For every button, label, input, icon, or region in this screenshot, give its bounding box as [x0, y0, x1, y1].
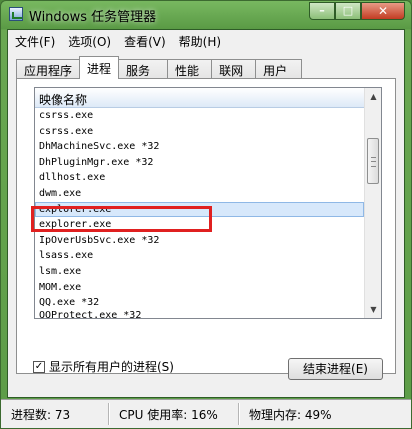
process-list[interactable]: ^ 映像名称 csrss.exe csrss.exe DhMachineSvc.… — [34, 87, 382, 319]
column-header-image-name[interactable]: ^ 映像名称 — [35, 88, 364, 108]
scroll-grip-icon — [371, 157, 376, 167]
status-separator — [108, 403, 110, 425]
task-manager-window: Windows 任务管理器 – □ ✕ 文件(F) 选项(O) 查看(V) 帮助… — [0, 0, 412, 429]
maximize-icon: □ — [342, 4, 354, 17]
close-button[interactable]: ✕ — [361, 2, 405, 20]
client-area: 文件(F) 选项(O) 查看(V) 帮助(H) 应用程序 进程 服务 性能 联网… — [7, 29, 405, 398]
tab-networking[interactable]: 联网 — [211, 59, 257, 79]
scroll-down-icon[interactable]: ▼ — [366, 301, 381, 318]
process-row[interactable]: DhMachineSvc.exe *32 — [35, 139, 364, 155]
process-row[interactable]: lsm.exe — [35, 264, 364, 280]
status-physical-memory: 物理内存: 49% — [249, 408, 332, 422]
process-row[interactable]: csrss.exe — [35, 124, 364, 140]
tab-performance[interactable]: 性能 — [167, 59, 213, 79]
process-rows: csrss.exe csrss.exe DhMachineSvc.exe *32… — [35, 108, 364, 318]
caption-buttons: – □ ✕ — [309, 2, 405, 21]
status-cpu-usage: CPU 使用率: 16% — [119, 408, 218, 422]
process-row[interactable]: QQ.exe *32 — [35, 295, 364, 311]
show-all-users-option[interactable]: ✓ 显示所有用户的进程(S) — [33, 358, 174, 375]
scroll-up-icon[interactable]: ▲ — [366, 88, 381, 105]
status-process-count: 进程数: 73 — [11, 408, 71, 422]
end-process-button[interactable]: 结束进程(E) — [288, 358, 383, 380]
process-row[interactable]: lsass.exe — [35, 248, 364, 264]
process-row[interactable]: QQProtect.exe *32 — [35, 311, 364, 318]
task-manager-icon — [9, 7, 23, 21]
process-row[interactable]: dllhost.exe — [35, 170, 364, 186]
minimize-icon: – — [319, 4, 325, 17]
menu-bar: 文件(F) 选项(O) 查看(V) 帮助(H) — [8, 30, 404, 50]
vertical-scrollbar[interactable]: ▲ ▼ — [364, 88, 381, 318]
minimize-button[interactable]: – — [309, 2, 335, 20]
processes-panel: ^ 映像名称 csrss.exe csrss.exe DhMachineSvc.… — [16, 78, 396, 374]
show-all-users-label: 显示所有用户的进程(S) — [49, 360, 174, 374]
menu-help[interactable]: 帮助(H) — [172, 30, 227, 50]
scroll-thumb[interactable] — [367, 138, 379, 184]
window-title: Windows 任务管理器 — [29, 10, 157, 25]
tab-applications[interactable]: 应用程序 — [16, 59, 81, 79]
process-row-selected[interactable]: explorer.exe — [35, 201, 364, 218]
process-row[interactable]: csrss.exe — [35, 108, 364, 124]
title-bar[interactable]: Windows 任务管理器 – □ ✕ — [1, 1, 411, 29]
checkbox-checked-icon[interactable]: ✓ — [33, 360, 45, 373]
sort-ascending-icon: ^ — [218, 87, 226, 95]
status-bar: 进程数: 73 CPU 使用率: 16% 物理内存: 49% — [1, 399, 411, 428]
tab-users[interactable]: 用户 — [255, 59, 303, 79]
tab-services[interactable]: 服务 — [118, 59, 169, 79]
menu-file[interactable]: 文件(F) — [8, 30, 61, 50]
process-row[interactable]: explorer.exe — [35, 217, 364, 233]
column-header-label: 映像名称 — [39, 93, 88, 107]
process-row[interactable]: IpOverUsbSvc.exe *32 — [35, 233, 364, 249]
maximize-button[interactable]: □ — [335, 2, 361, 20]
menu-options[interactable]: 选项(O) — [61, 30, 117, 50]
status-separator — [238, 403, 240, 425]
tab-processes[interactable]: 进程 — [79, 56, 120, 79]
process-row[interactable]: MOM.exe — [35, 280, 364, 296]
close-icon: ✕ — [377, 4, 389, 18]
menu-view[interactable]: 查看(V) — [117, 30, 172, 50]
tab-strip: 应用程序 进程 服务 性能 联网 用户 — [16, 56, 303, 79]
process-row[interactable]: dwm.exe — [35, 186, 364, 202]
process-row[interactable]: DhPluginMgr.exe *32 — [35, 155, 364, 171]
